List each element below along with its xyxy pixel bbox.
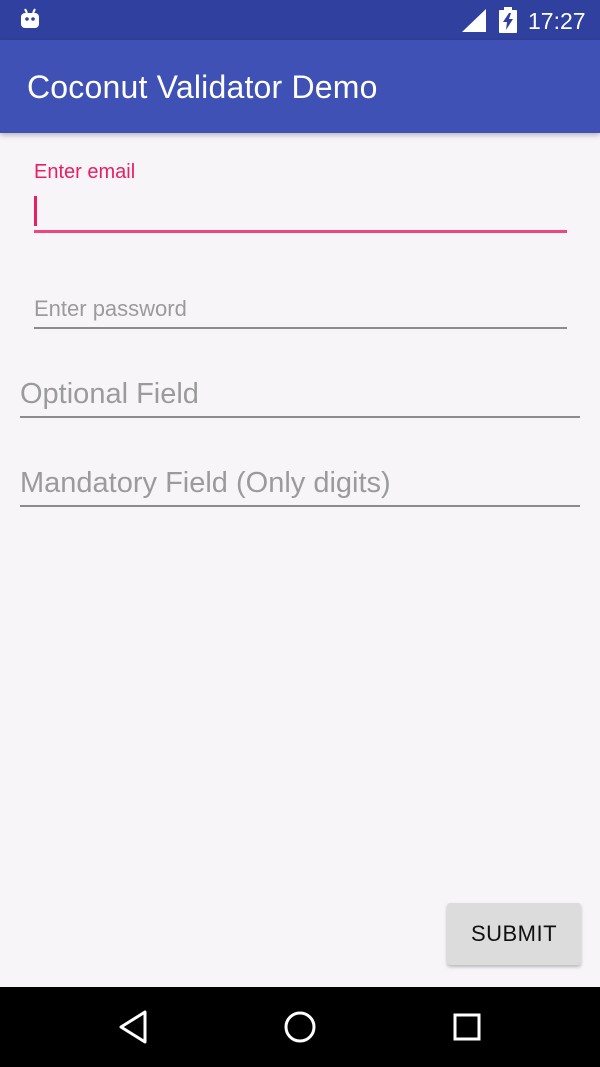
status-clock: 17:27 [528,8,586,34]
submit-button[interactable]: SUBMIT [447,903,581,965]
battery-charging-icon [499,7,517,38]
back-icon[interactable] [117,1009,151,1050]
home-icon[interactable] [283,1009,317,1050]
optional-underline [20,416,580,418]
text-cursor [34,196,37,226]
password-underline [34,327,567,329]
recents-icon[interactable] [452,1009,482,1050]
email-underline [34,230,567,233]
email-field[interactable] [34,193,566,231]
signal-icon [462,9,486,37]
mandatory-underline [20,505,580,507]
navigation-bar [0,987,600,1067]
email-label: Enter email [34,161,136,183]
android-icon [20,8,40,35]
app-bar: Coconut Validator Demo [0,40,600,133]
password-field[interactable] [34,288,566,326]
form: Enter email Enter password Optional Fiel… [0,133,600,987]
status-bar: 17:27 [0,0,600,40]
mandatory-field[interactable] [20,460,580,506]
optional-field[interactable] [20,371,580,417]
app-title: Coconut Validator Demo [27,69,378,105]
